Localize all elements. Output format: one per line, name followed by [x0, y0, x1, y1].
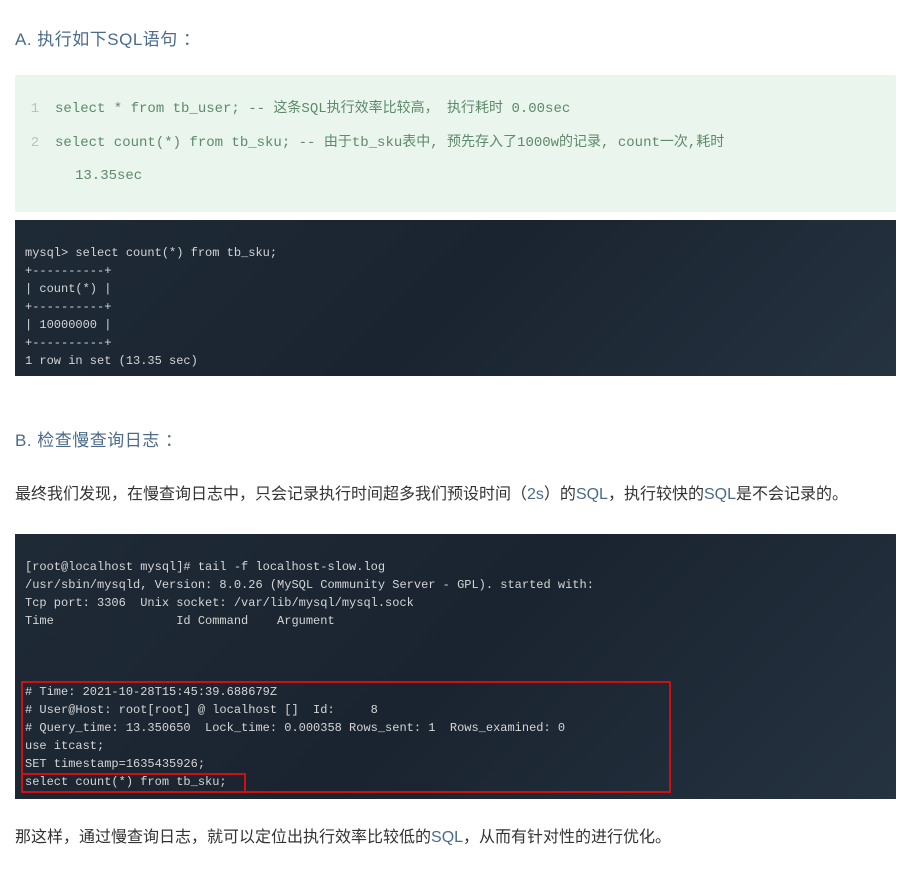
terminal-line: +----------+	[25, 264, 111, 278]
slow-log-entry: # Time: 2021-10-28T15:45:39.688679Z # Us…	[25, 683, 565, 791]
paragraph-1: 最终我们发现，在慢查询日志中，只会记录执行时间超多我们预设时间（2s）的SQL，…	[15, 476, 896, 514]
paragraph-2: 那这样，通过慢查询日志，就可以定位出执行效率比较低的SQL，从而有针对性的进行优…	[15, 819, 896, 857]
terminal-line: # User@Host: root[root] @ localhost [] I…	[25, 703, 378, 717]
terminal-line: /usr/sbin/mysqld, Version: 8.0.26 (MySQL…	[25, 578, 594, 592]
terminal-line: Tcp port: 3306 Unix socket: /var/lib/mys…	[25, 596, 414, 610]
code-content: select count(*) from tb_sku; -- 由于tb_sku…	[55, 127, 896, 161]
terminal-line: +----------+	[25, 300, 111, 314]
terminal-line: use itcast;	[25, 739, 104, 753]
terminal-line: | 10000000 |	[25, 318, 111, 332]
terminal-line: mysql> select count(*) from tb_sku;	[25, 246, 277, 260]
code-line-2-wrap: 13.35sec	[15, 160, 896, 194]
sql-code-block: 1 select * from tb_user; -- 这条SQL执行效率比较高…	[15, 75, 896, 212]
terminal-line: # Time: 2021-10-28T15:45:39.688679Z	[25, 685, 277, 699]
terminal-line: # Query_time: 13.350650 Lock_time: 0.000…	[25, 721, 565, 735]
terminal-line: select count(*) from tb_sku;	[25, 775, 227, 789]
slow-log-header: [root@localhost mysql]# tail -f localhos…	[25, 558, 886, 630]
line-number: 1	[15, 93, 55, 127]
section-a-heading: A. 执行如下SQL语句 ：	[15, 25, 896, 50]
terminal-line: 1 row in set (13.35 sec)	[25, 354, 198, 368]
terminal-line: +----------+	[25, 336, 111, 350]
code-line-1: 1 select * from tb_user; -- 这条SQL执行效率比较高…	[15, 93, 896, 127]
section-b-heading: B. 检查慢查询日志 ：	[15, 426, 896, 451]
terminal-output-2: [root@localhost mysql]# tail -f localhos…	[15, 534, 896, 799]
code-line-2: 2 select count(*) from tb_sku; -- 由于tb_s…	[15, 127, 896, 161]
terminal-line: SET timestamp=1635435926;	[25, 757, 205, 771]
terminal-line: | count(*) |	[25, 282, 111, 296]
line-number: 2	[15, 127, 55, 161]
terminal-line: [root@localhost mysql]# tail -f localhos…	[25, 560, 385, 574]
terminal-output-1: mysql> select count(*) from tb_sku; +---…	[15, 220, 896, 376]
code-content-wrap: 13.35sec	[15, 160, 162, 194]
terminal-line: Time Id Command Argument	[25, 614, 335, 628]
code-content: select * from tb_user; -- 这条SQL执行效率比较高， …	[55, 93, 896, 127]
